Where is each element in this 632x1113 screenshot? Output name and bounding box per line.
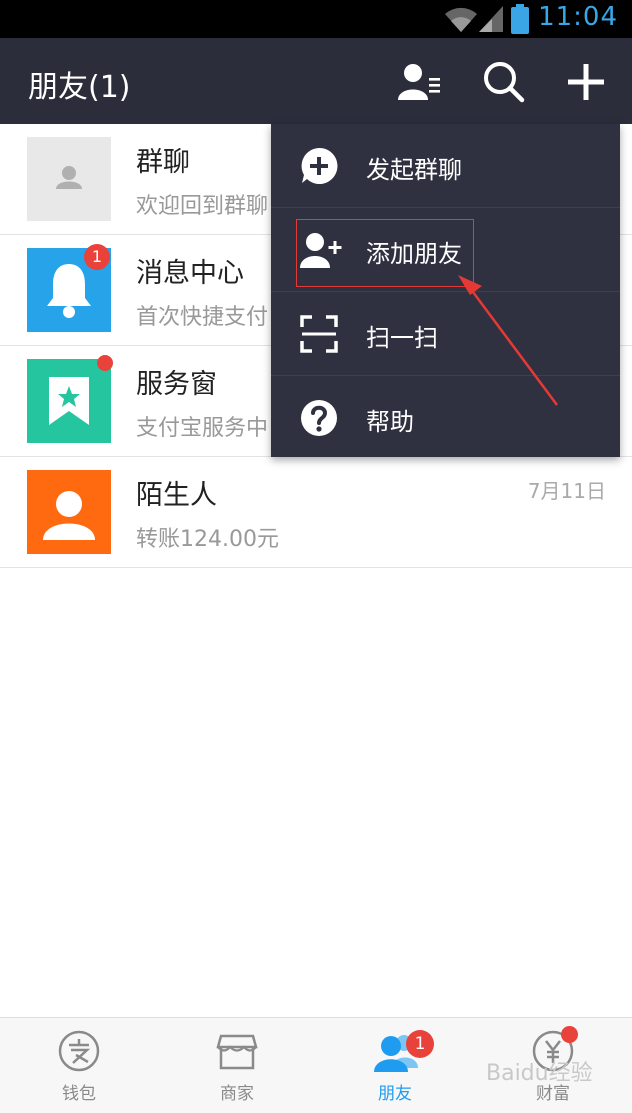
- page-title: 朋友(1): [28, 70, 131, 105]
- contacts-icon[interactable]: [396, 58, 444, 106]
- store-icon: [216, 1034, 258, 1070]
- tab-label: 商家: [220, 1084, 254, 1104]
- unread-badge: 1: [406, 1030, 434, 1058]
- menu-item-help[interactable]: 帮助: [271, 376, 620, 459]
- tab-wallet[interactable]: 钱包: [0, 1018, 158, 1113]
- conversation-time: 7月11日: [527, 479, 606, 503]
- conversation-name: 群聊: [136, 147, 190, 178]
- conversation-preview: 首次快捷支付: [136, 305, 269, 330]
- person-icon: [43, 491, 95, 540]
- avatar: [27, 137, 111, 221]
- menu-item-label: 扫一扫: [366, 324, 438, 352]
- menu-item-scan[interactable]: 扫一扫: [271, 292, 620, 376]
- add-dropdown-menu: 发起群聊 添加朋友 扫一扫 帮助: [271, 124, 620, 457]
- person-placeholder-icon: [56, 166, 82, 189]
- tab-store[interactable]: 商家: [158, 1018, 316, 1113]
- status-bar: 11:04: [0, 0, 632, 38]
- tab-friends[interactable]: 1 朋友: [316, 1018, 474, 1113]
- clock-time: 11:04: [538, 2, 618, 32]
- search-icon[interactable]: [480, 58, 528, 106]
- avatar: [27, 359, 111, 443]
- conversation-preview: 支付宝服务中: [136, 416, 269, 441]
- add-icon[interactable]: [562, 58, 610, 106]
- cell-signal-icon: [479, 6, 503, 32]
- bookmark-star-icon: [49, 377, 89, 425]
- menu-item-start-group-chat[interactable]: 发起群聊: [271, 124, 620, 208]
- conversation-name: 陌生人: [136, 480, 217, 511]
- conversation-preview: 转账124.00元: [136, 527, 279, 552]
- battery-icon: [511, 4, 529, 34]
- tab-label: 朋友: [378, 1084, 412, 1104]
- conversation-row-stranger[interactable]: 陌生人 转账124.00元 7月11日: [0, 457, 632, 568]
- wifi-icon: [445, 7, 477, 33]
- new-dot: [97, 355, 113, 371]
- conversation-preview: 欢迎回到群聊: [136, 194, 269, 219]
- avatar: [27, 470, 111, 554]
- tab-label: 钱包: [62, 1084, 96, 1104]
- menu-item-label: 发起群聊: [366, 156, 462, 184]
- scan-icon: [300, 315, 338, 353]
- highlight-box: [296, 219, 474, 287]
- wallet-icon: [58, 1030, 100, 1072]
- conversation-name: 消息中心: [136, 258, 244, 289]
- watermark: Baidu经验: [486, 1061, 593, 1086]
- menu-item-label: 帮助: [366, 408, 414, 436]
- new-dot: [561, 1026, 578, 1043]
- conversation-name: 服务窗: [136, 369, 217, 400]
- chat-plus-icon: [301, 147, 338, 184]
- top-bar: 朋友(1): [0, 38, 632, 124]
- unread-badge: 1: [84, 244, 110, 270]
- help-icon: [301, 400, 337, 436]
